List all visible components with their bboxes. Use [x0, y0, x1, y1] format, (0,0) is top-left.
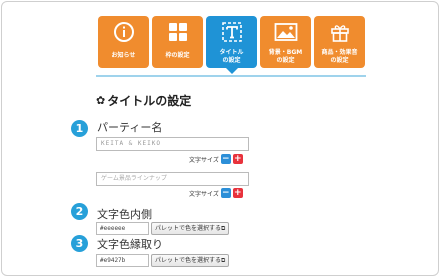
tab-underline	[96, 75, 366, 77]
tab-frame-settings[interactable]: 枠の設定	[152, 16, 203, 68]
tab-label: 背景・BGM の設定	[268, 49, 303, 64]
tab-title-settings[interactable]: タイトル の設定	[206, 16, 257, 74]
inner-color-input[interactable]: #eeeeee	[96, 222, 149, 235]
font-size-control-1: 文字サイズ − +	[189, 154, 243, 164]
info-icon	[113, 21, 135, 47]
popup-window-icon: ⧉	[221, 257, 226, 264]
step-1-badge: 1	[71, 120, 88, 137]
tab-news[interactable]: お知らせ	[98, 16, 149, 68]
palette-button-label: パレットで色を選択する	[155, 257, 222, 264]
step-3-badge: 3	[71, 235, 88, 252]
image-icon	[274, 21, 298, 47]
tab-label: 商品・効果音 の設定	[321, 49, 358, 64]
popup-window-icon: ⧉	[221, 225, 226, 232]
inner-color-label: 文字色内側	[97, 208, 152, 221]
border-color-label: 文字色縁取り	[97, 238, 163, 251]
title-icon	[221, 21, 243, 47]
party-name-input-1[interactable]: KEITA & KEIKO	[96, 137, 249, 151]
tab-label: 枠の設定	[165, 52, 190, 59]
font-size-label: 文字サイズ	[189, 190, 219, 198]
border-color-palette-button[interactable]: パレットで色を選択する⧉	[151, 254, 230, 267]
font-size-label: 文字サイズ	[189, 156, 219, 164]
tab-background-bgm[interactable]: 背景・BGM の設定	[260, 16, 311, 68]
font-size-decrease-button[interactable]: −	[220, 188, 231, 198]
active-tab-pointer	[225, 68, 238, 74]
inner-color-palette-button[interactable]: パレットで色を選択する⧉	[151, 222, 230, 235]
font-size-decrease-button[interactable]: −	[220, 154, 231, 164]
grid-icon	[167, 21, 189, 47]
tab-items-sounds[interactable]: 商品・効果音 の設定	[314, 16, 365, 68]
party-name-input-2[interactable]: ゲーム景品ラインナップ	[96, 172, 249, 186]
palette-button-label: パレットで色を選択する	[155, 225, 222, 232]
section-title-text: タイトルの設定	[107, 94, 192, 108]
font-size-increase-button[interactable]: +	[232, 154, 243, 164]
section-title: ✿ タイトルの設定	[96, 92, 191, 109]
tab-label: タイトル の設定	[219, 49, 244, 64]
gear-icon: ✿	[96, 94, 106, 107]
gift-icon	[329, 21, 351, 47]
party-name-label: パーティー名	[97, 121, 163, 134]
font-size-control-2: 文字サイズ − +	[189, 188, 243, 198]
tab-label: お知らせ	[111, 52, 136, 59]
step-2-badge: 2	[71, 203, 88, 220]
border-color-input[interactable]: #e9427b	[96, 254, 149, 267]
font-size-increase-button[interactable]: +	[232, 188, 243, 198]
